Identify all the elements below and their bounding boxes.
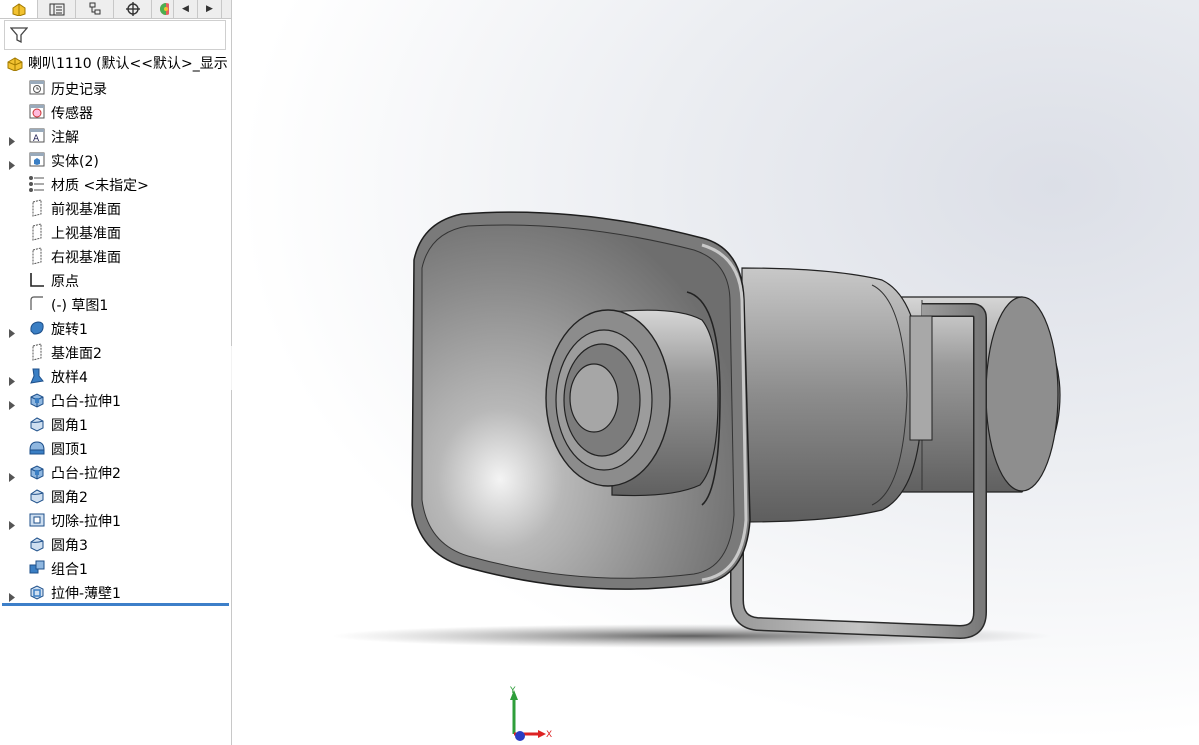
graphics-viewport[interactable]: Y X [232,0,1199,745]
part-icon [7,57,23,71]
tree-item[interactable]: 右视基准面 [0,244,231,268]
tree-item[interactable]: 组合1 [0,556,231,580]
tree-item[interactable]: (-) 草图1 [0,292,231,316]
tree-item-label: 圆角1 [51,418,88,434]
tree-item[interactable]: 凸台-拉伸1 [0,388,231,412]
annotations-icon: A [28,127,46,145]
solid-bodies-icon [28,151,46,169]
triad-y-label: Y [509,686,516,696]
tree-item-label: 传感器 [51,106,93,122]
dimxpert-icon [125,2,140,16]
tree-item-label: 凸台-拉伸2 [51,466,121,482]
dimxpert-tab[interactable] [114,0,152,18]
coordinate-triad: Y X [509,686,552,741]
tree-item[interactable]: 圆角1 [0,412,231,436]
tree-item[interactable]: 凸台-拉伸2 [0,460,231,484]
plane-icon [28,343,46,361]
tree-item[interactable]: 基准面2 [0,340,231,364]
triad-x-label: X [546,730,552,740]
featuremanager-tab[interactable] [0,0,38,18]
material-icon [28,175,46,193]
tree-item-label: 旋转1 [51,322,88,338]
filter-icon [10,27,28,44]
tree-item[interactable]: 拉伸-薄壁1 [0,580,231,604]
dome-icon [28,439,46,457]
tree-item[interactable]: 材质 <未指定> [0,172,231,196]
fillet-icon [28,487,46,505]
origin-icon [28,271,46,289]
svg-text:A: A [33,134,40,144]
tree-item[interactable]: 前视基准面 [0,196,231,220]
tree-item[interactable]: 上视基准面 [0,220,231,244]
tree-item-label: 拉伸-薄壁1 [51,586,121,602]
rollback-bar[interactable] [2,603,229,606]
fillet-icon [28,415,46,433]
tree-item-label: 实体(2) [51,154,99,170]
tree-item[interactable]: 历史记录 [0,76,231,100]
tab-scroll-left-button[interactable]: ◀ [174,0,198,18]
sketch-icon [28,295,46,313]
featuremanager-icon [12,3,25,16]
boss-extrude-icon [28,463,46,481]
propertymanager-icon [49,3,64,15]
chevron-left-icon: ◀ [182,4,189,14]
tree-filter-input[interactable] [4,20,226,50]
fillet-icon [28,535,46,553]
tree-item-label: 圆角3 [51,538,88,554]
tree-item-label: 圆顶1 [51,442,88,458]
combine-icon [28,559,46,577]
display-manager-icon [159,3,169,15]
tree-item[interactable]: 圆顶1 [0,436,231,460]
configurationmanager-tab[interactable] [76,0,114,18]
tree-item[interactable]: 原点 [0,268,231,292]
tree-item[interactable]: 放样4 [0,364,231,388]
plane-icon [28,247,46,265]
plane-icon [28,199,46,217]
tree-item-label: 原点 [51,274,79,290]
tree-item[interactable]: 圆角2 [0,484,231,508]
configurationmanager-icon [89,2,100,15]
tree-item[interactable]: 圆角3 [0,532,231,556]
root-label: 喇叭1110 (默认<<默认>_显示 [28,56,228,72]
plane-icon [28,223,46,241]
tree-item-label: 切除-拉伸1 [51,514,121,530]
tab-scroll-right-button[interactable]: ▶ [198,0,222,18]
tree-item[interactable]: 旋转1 [0,316,231,340]
tree-item-label: 放样4 [51,370,88,386]
tree-item-label: 右视基准面 [51,250,121,266]
tree-item-label: 前视基准面 [51,202,121,218]
tree-item-label: 基准面2 [51,346,102,362]
tree-item-label: 圆角2 [51,490,88,506]
tree-root-part[interactable]: 喇叭1110 (默认<<默认>_显示 [0,52,231,74]
tree-item-label: 组合1 [51,562,88,578]
history-icon [28,79,46,97]
revolve-icon [28,319,46,337]
tree-item[interactable]: A 注解 [0,124,231,148]
tree-item-label: 注解 [51,130,79,146]
horn-speaker-model[interactable] [232,0,1199,745]
display-manager-tab[interactable] [152,0,174,18]
panel-tabbar: ◀ ▶ [0,0,231,19]
tree-item-label: 凸台-拉伸1 [51,394,121,410]
tree-item-label: 历史记录 [51,82,107,98]
chevron-right-icon: ▶ [206,4,213,14]
sensors-icon [28,103,46,121]
loft-icon [28,367,46,385]
boss-extrude-icon [28,391,46,409]
tree-item[interactable]: 传感器 [0,100,231,124]
tree-item-label: 材质 <未指定> [51,178,149,194]
solidworks-window: ◀ ▶ 喇叭1110 (默认<<默认>_显示 历史记录传感器 A 注解实体(2) 材质… [0,0,1199,745]
tree-item[interactable]: 切除-拉伸1 [0,508,231,532]
tree-item-label: (-) 草图1 [51,298,109,314]
cut-extrude-icon [28,511,46,529]
featuremanager-panel: ◀ ▶ 喇叭1110 (默认<<默认>_显示 历史记录传感器 A 注解实体(2) 材质… [0,0,232,745]
propertymanager-tab[interactable] [38,0,76,18]
tree-item-label: 上视基准面 [51,226,121,242]
thin-extrude-icon [28,583,46,601]
tree-item[interactable]: 实体(2) [0,148,231,172]
